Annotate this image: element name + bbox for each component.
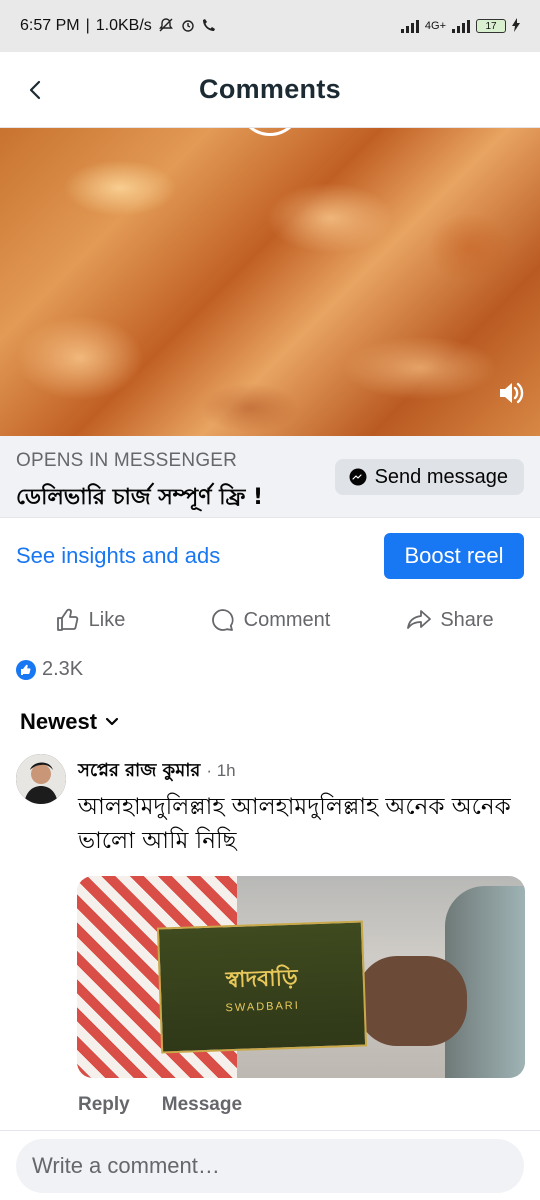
sound-button[interactable] [496, 378, 526, 408]
charging-icon [512, 18, 520, 34]
reaction-summary[interactable]: 2.3K [16, 658, 83, 681]
share-button[interactable]: Share [360, 607, 540, 633]
phone-icon [202, 18, 216, 34]
share-label: Share [440, 608, 494, 631]
status-time: 6:57 PM [20, 17, 80, 34]
product-brand-latin: SWADBARI [225, 999, 300, 1014]
comment-header: সপ্নের রাজ কুমার · 1h [78, 756, 236, 787]
comment-time: · 1h [206, 761, 236, 780]
post-actions: Like Comment Share [0, 598, 540, 642]
battery-level: 17 [485, 20, 497, 32]
send-message-button[interactable]: Send message [334, 459, 524, 495]
share-icon [407, 610, 432, 629]
photo-hand [357, 956, 467, 1046]
product-box: স্বাদবাড়ি SWADBARI [156, 920, 368, 1054]
messenger-cta[interactable]: OPENS IN MESSENGER ডেলিভারি চার্জ সম্পূর… [0, 436, 540, 518]
sort-label: Newest [20, 709, 98, 734]
profile-ring [238, 128, 302, 136]
signal-icon [400, 19, 419, 33]
cta-headline: ডেলিভারি চার্জ সম্পূর্ণ ফ্রি ! [16, 485, 264, 510]
like-button[interactable]: Like [0, 607, 180, 633]
reel-media[interactable] [0, 128, 540, 436]
network-type: 4G+ [424, 20, 446, 32]
reaction-count: 2.3K [42, 658, 84, 680]
sound-icon [500, 382, 524, 404]
signal-icon-2 [452, 19, 470, 33]
alarm-icon [180, 17, 196, 35]
see-insights-link[interactable]: See insights and ads [16, 532, 220, 580]
status-right: 4G+ 17 [400, 18, 520, 34]
messenger-icon [349, 468, 367, 486]
comment-photo[interactable]: স্বাদবাড়ি SWADBARI [77, 876, 525, 1078]
page-title: Comments [199, 74, 341, 104]
status-left: 6:57 PM | 1.0KB/s [20, 17, 216, 35]
message-button[interactable]: Message [162, 1094, 242, 1116]
avatar[interactable] [16, 754, 66, 804]
send-message-label: Send message [374, 465, 508, 488]
comment-label: Comment [243, 608, 331, 631]
comment-button[interactable]: Comment [180, 607, 360, 633]
mute-icon [158, 17, 174, 35]
like-icon [56, 608, 78, 631]
comment-input[interactable]: Write a comment… [16, 1139, 524, 1193]
boost-reel-button[interactable]: Boost reel [384, 533, 524, 579]
chevron-down-icon [105, 717, 119, 726]
comment-icon [211, 609, 234, 631]
like-label: Like [88, 608, 126, 631]
comment-sort-dropdown[interactable]: Newest [20, 709, 119, 735]
status-divider: | [85, 17, 90, 34]
comment-author[interactable]: সপ্নের রাজ কুমার [78, 756, 200, 787]
top-bar: Comments [0, 52, 540, 128]
comment-composer: Write a comment… [0, 1130, 540, 1200]
back-arrow-icon [29, 80, 41, 100]
battery-icon: 17 [476, 19, 506, 33]
status-bar: 6:57 PM | 1.0KB/s 4G+ 17 [0, 0, 540, 52]
like-reaction-icon [16, 659, 36, 680]
product-brand: স্বাদবাড়ি [225, 965, 299, 993]
reply-button[interactable]: Reply [78, 1094, 130, 1116]
status-speed: 1.0KB/s [95, 17, 152, 34]
comment-actions: Reply Message [78, 1094, 242, 1116]
back-button[interactable] [18, 72, 54, 108]
cta-label: OPENS IN MESSENGER [16, 450, 238, 471]
comment-text: আলহামদুলিল্লাহ আলহামদুলিল্লাহ অনেক অনেক … [78, 794, 511, 854]
